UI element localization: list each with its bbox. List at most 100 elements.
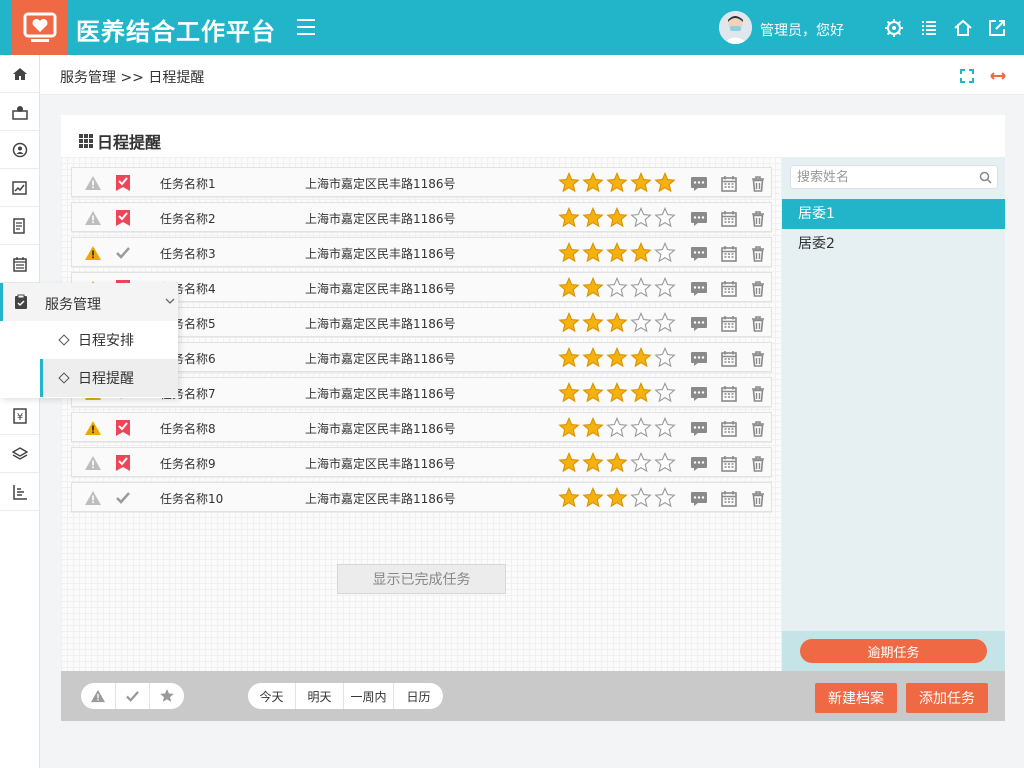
- new-record-button[interactable]: 新建档案: [815, 683, 897, 713]
- calendar-icon[interactable]: [720, 175, 738, 192]
- filter-completed[interactable]: [116, 683, 151, 709]
- calendar-icon[interactable]: [720, 315, 738, 332]
- star-empty-icon[interactable]: [630, 417, 652, 439]
- star-empty-icon[interactable]: [654, 382, 676, 404]
- task-row[interactable]: 任务名称9 上海市嘉定区民丰路1186号: [71, 447, 772, 477]
- trash-icon[interactable]: [749, 245, 767, 262]
- menu-toggle-icon[interactable]: [297, 19, 315, 35]
- star-empty-icon[interactable]: [630, 277, 652, 299]
- star-filled-icon[interactable]: [558, 242, 580, 264]
- comment-icon[interactable]: [690, 245, 708, 262]
- star-empty-icon[interactable]: [606, 417, 628, 439]
- warning-icon[interactable]: [84, 210, 102, 226]
- check-icon[interactable]: [115, 244, 131, 262]
- date-filter-option[interactable]: 日历: [394, 683, 443, 709]
- star-filled-icon[interactable]: [630, 172, 652, 194]
- trash-icon[interactable]: [749, 455, 767, 472]
- bookmark-check-icon[interactable]: [115, 174, 131, 192]
- trash-icon[interactable]: [749, 420, 767, 437]
- comment-icon[interactable]: [690, 385, 708, 402]
- show-completed-button[interactable]: 显示已完成任务: [337, 564, 506, 594]
- sidebar-item-location[interactable]: [0, 93, 39, 131]
- star-filled-icon[interactable]: [606, 312, 628, 334]
- star-filled-icon[interactable]: [582, 277, 604, 299]
- comment-icon[interactable]: [690, 175, 708, 192]
- fullscreen-icon[interactable]: [960, 69, 974, 83]
- trash-icon[interactable]: [749, 280, 767, 297]
- star-empty-icon[interactable]: [654, 452, 676, 474]
- resident-item[interactable]: 居委2: [782, 229, 1005, 259]
- star-empty-icon[interactable]: [654, 242, 676, 264]
- star-filled-icon[interactable]: [606, 452, 628, 474]
- check-icon[interactable]: [115, 489, 131, 507]
- list-icon[interactable]: [919, 18, 939, 38]
- sidebar-item-stats[interactable]: [0, 169, 39, 207]
- logout-icon[interactable]: [987, 18, 1007, 38]
- star-filled-icon[interactable]: [582, 347, 604, 369]
- star-filled-icon[interactable]: [558, 382, 580, 404]
- star-empty-icon[interactable]: [654, 277, 676, 299]
- overdue-tasks-button[interactable]: 逾期任务: [800, 639, 987, 663]
- star-filled-icon[interactable]: [606, 382, 628, 404]
- calendar-icon[interactable]: [720, 245, 738, 262]
- star-empty-icon[interactable]: [606, 277, 628, 299]
- settings-icon[interactable]: [884, 18, 904, 38]
- star-filled-icon[interactable]: [558, 452, 580, 474]
- comment-icon[interactable]: [690, 280, 708, 297]
- star-filled-icon[interactable]: [558, 487, 580, 509]
- warning-icon[interactable]: [84, 490, 102, 506]
- task-row[interactable]: 任务名称10 上海市嘉定区民丰路1186号: [71, 482, 772, 512]
- warning-icon[interactable]: [84, 175, 102, 191]
- star-filled-icon[interactable]: [630, 382, 652, 404]
- star-filled-icon[interactable]: [558, 417, 580, 439]
- warning-icon[interactable]: [84, 245, 102, 261]
- trash-icon[interactable]: [749, 175, 767, 192]
- star-empty-icon[interactable]: [654, 312, 676, 334]
- star-filled-icon[interactable]: [606, 172, 628, 194]
- calendar-icon[interactable]: [720, 385, 738, 402]
- star-filled-icon[interactable]: [630, 347, 652, 369]
- star-filled-icon[interactable]: [582, 417, 604, 439]
- calendar-icon[interactable]: [720, 210, 738, 227]
- star-filled-icon[interactable]: [630, 242, 652, 264]
- task-row[interactable]: 任务名称8 上海市嘉定区民丰路1186号: [71, 412, 772, 442]
- trash-icon[interactable]: [749, 350, 767, 367]
- star-filled-icon[interactable]: [582, 487, 604, 509]
- trash-icon[interactable]: [749, 315, 767, 332]
- sidebar-item-user[interactable]: [0, 131, 39, 169]
- warning-icon[interactable]: [84, 455, 102, 471]
- nav-group-service[interactable]: 服务管理: [0, 283, 178, 321]
- comment-icon[interactable]: [690, 210, 708, 227]
- star-filled-icon[interactable]: [558, 312, 580, 334]
- comment-icon[interactable]: [690, 490, 708, 507]
- star-filled-icon[interactable]: [558, 207, 580, 229]
- star-filled-icon[interactable]: [582, 452, 604, 474]
- filter-warning[interactable]: [81, 683, 116, 709]
- bookmark-check-icon[interactable]: [115, 454, 131, 472]
- swap-arrows-icon[interactable]: [990, 69, 1006, 83]
- date-filter-option[interactable]: 今天: [248, 683, 296, 709]
- calendar-icon[interactable]: [720, 490, 738, 507]
- star-empty-icon[interactable]: [654, 207, 676, 229]
- search-icon[interactable]: [979, 171, 992, 184]
- star-filled-icon[interactable]: [582, 382, 604, 404]
- star-empty-icon[interactable]: [630, 312, 652, 334]
- comment-icon[interactable]: [690, 315, 708, 332]
- task-row[interactable]: 任务名称2 上海市嘉定区民丰路1186号: [71, 202, 772, 232]
- nav-item-schedule[interactable]: 日程安排: [40, 321, 178, 359]
- filter-starred[interactable]: [150, 683, 184, 709]
- nav-item-reminder[interactable]: 日程提醒: [40, 359, 178, 397]
- star-filled-icon[interactable]: [582, 172, 604, 194]
- sidebar-item-report[interactable]: [0, 473, 39, 511]
- add-task-button[interactable]: 添加任务: [906, 683, 988, 713]
- star-empty-icon[interactable]: [654, 487, 676, 509]
- calendar-icon[interactable]: [720, 350, 738, 367]
- star-filled-icon[interactable]: [606, 347, 628, 369]
- star-empty-icon[interactable]: [630, 487, 652, 509]
- comment-icon[interactable]: [690, 350, 708, 367]
- star-filled-icon[interactable]: [606, 487, 628, 509]
- star-empty-icon[interactable]: [630, 207, 652, 229]
- star-filled-icon[interactable]: [582, 207, 604, 229]
- comment-icon[interactable]: [690, 455, 708, 472]
- star-empty-icon[interactable]: [654, 417, 676, 439]
